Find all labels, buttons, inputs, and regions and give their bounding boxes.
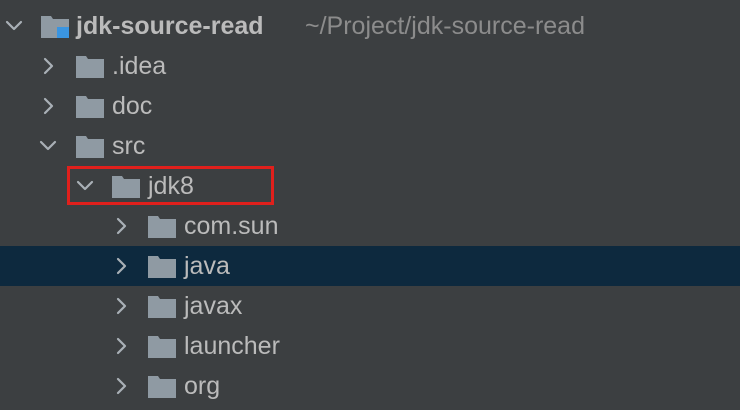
folder-icon	[75, 133, 105, 159]
folder-icon	[147, 213, 177, 239]
tree-row-idea[interactable]: .idea	[0, 46, 740, 86]
chevron-right-icon[interactable]	[110, 375, 132, 397]
folder-icon	[147, 333, 177, 359]
chevron-right-icon[interactable]	[110, 295, 132, 317]
tree-item-label: launcher	[184, 332, 280, 360]
tree-item-label: doc	[112, 92, 153, 120]
tree-row-com-sun[interactable]: com.sun	[0, 206, 740, 246]
chevron-down-icon[interactable]	[3, 15, 25, 37]
tree-item-label: javax	[184, 292, 243, 320]
chevron-right-icon[interactable]	[37, 95, 59, 117]
project-path: ~/Project/jdk-source-read	[305, 12, 585, 40]
tree-item-label: java	[184, 252, 230, 280]
tree-row-javax[interactable]: javax	[0, 286, 740, 326]
module-folder-icon	[40, 13, 70, 39]
folder-icon	[147, 373, 177, 399]
tree-row-src[interactable]: src	[0, 126, 740, 166]
tree-item-label: .idea	[112, 52, 167, 80]
folder-icon	[75, 53, 105, 79]
highlight-box	[67, 166, 274, 205]
project-name: jdk-source-read	[76, 12, 264, 40]
chevron-right-icon[interactable]	[110, 215, 132, 237]
folder-icon	[147, 293, 177, 319]
tree-row-launcher[interactable]: launcher	[0, 326, 740, 366]
chevron-down-icon[interactable]	[37, 135, 59, 157]
chevron-right-icon[interactable]	[37, 55, 59, 77]
tree-item-label: org	[184, 372, 221, 400]
chevron-right-icon[interactable]	[110, 255, 132, 277]
tree-row-java[interactable]: java	[0, 246, 740, 286]
tree-item-label: com.sun	[184, 212, 279, 240]
project-tree: jdk-source-read ~/Project/jdk-source-rea…	[0, 0, 740, 410]
folder-icon	[75, 93, 105, 119]
tree-row-org[interactable]: org	[0, 366, 740, 406]
tree-item-label: src	[112, 132, 146, 160]
folder-icon	[147, 253, 177, 279]
chevron-right-icon[interactable]	[110, 335, 132, 357]
tree-row-doc[interactable]: doc	[0, 86, 740, 126]
tree-row-root[interactable]: jdk-source-read ~/Project/jdk-source-rea…	[0, 6, 740, 46]
